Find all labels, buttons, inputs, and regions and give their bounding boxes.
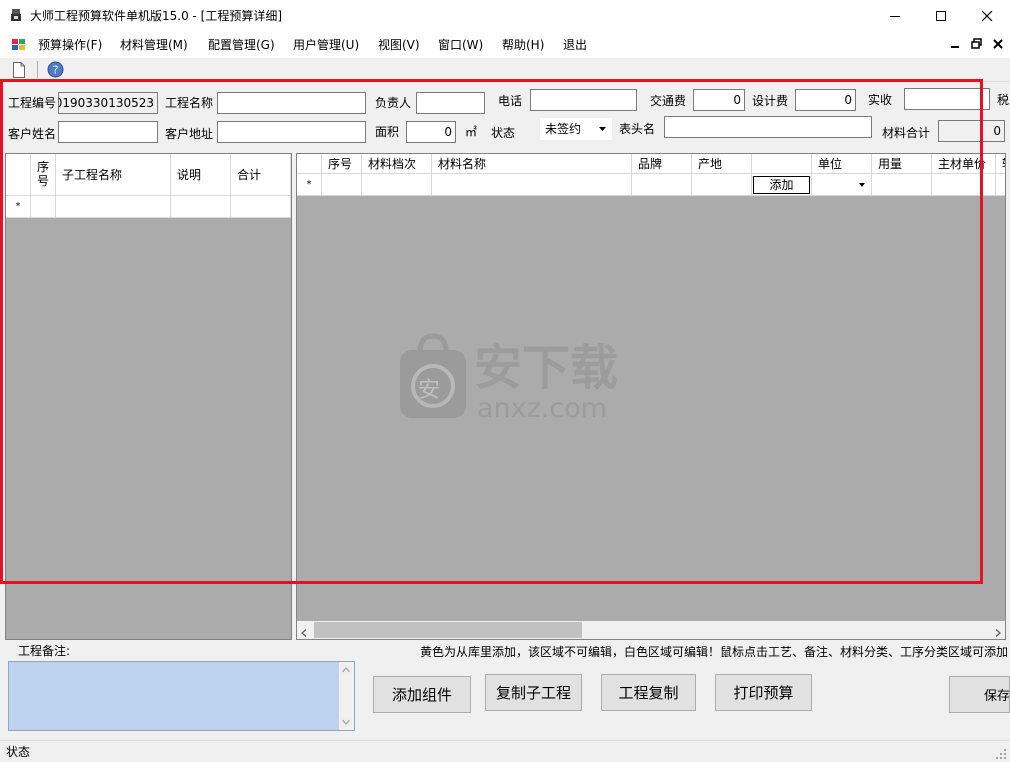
project-notes-label: 工程备注:	[18, 644, 71, 658]
mdi-child-icon[interactable]	[11, 37, 27, 53]
maximize-button[interactable]	[918, 0, 964, 32]
save-button-label: 保存	[984, 689, 1010, 704]
add-component-button[interactable]: 添加组件	[373, 676, 471, 713]
horizontal-scrollbar[interactable]	[297, 621, 1005, 639]
menu-window[interactable]: 窗口(W)	[438, 37, 483, 53]
status-bar: 状态	[0, 740, 1010, 762]
notes-scrollbar[interactable]	[339, 662, 354, 730]
mdi-restore-icon[interactable]	[971, 38, 983, 50]
scroll-down-icon[interactable]	[342, 719, 350, 725]
maximize-icon	[936, 11, 946, 21]
app-icon	[9, 8, 23, 22]
menu-material-mgmt[interactable]: 材料管理(M)	[120, 37, 188, 53]
right-col-auxiliary[interactable]: 辅	[996, 154, 1005, 174]
menu-help[interactable]: 帮助(H)	[502, 37, 544, 53]
scroll-right-icon[interactable]	[995, 626, 1001, 639]
mdi-minimize-icon[interactable]	[950, 38, 962, 50]
close-icon	[981, 10, 993, 22]
print-budget-button[interactable]: 打印预算	[715, 674, 812, 711]
svg-text:?: ?	[53, 64, 59, 77]
menu-config-mgmt[interactable]: 配置管理(G)	[208, 37, 275, 53]
minimize-button[interactable]	[872, 0, 918, 32]
menu-bar: 预算操作(F) 材料管理(M) 配置管理(G) 用户管理(U) 视图(V) 窗口…	[0, 32, 1010, 58]
toolbar-separator	[37, 61, 38, 78]
edit-hint-text: 黄色为从库里添加，该区域不可编辑，白色区域可编辑！鼠标点击工艺、备注、材料分类、…	[420, 645, 1009, 659]
scroll-left-icon[interactable]	[301, 626, 307, 639]
window-title: 大师工程预算软件单机版15.0 - [工程预算详细]	[30, 9, 283, 23]
project-notes-field[interactable]	[8, 661, 355, 731]
menu-budget-ops[interactable]: 预算操作(F)	[38, 37, 102, 53]
mdi-close-icon[interactable]	[992, 38, 1004, 50]
save-button[interactable]: 保存	[949, 676, 1010, 713]
minimize-icon	[890, 16, 900, 17]
title-bar: 大师工程预算软件单机版15.0 - [工程预算详细]	[0, 0, 1010, 32]
status-text: 状态	[6, 745, 31, 759]
help-icon[interactable]: ?	[47, 61, 64, 78]
copy-project-button[interactable]: 工程复制	[601, 674, 696, 711]
scroll-thumb[interactable]	[314, 622, 582, 638]
resize-grip-icon[interactable]	[995, 748, 1007, 762]
menu-view[interactable]: 视图(V)	[378, 37, 420, 53]
tax-label: 税	[997, 93, 1010, 107]
new-document-icon[interactable]	[12, 62, 26, 78]
copy-subproject-button[interactable]: 复制子工程	[485, 674, 582, 711]
right-new-row-cell[interactable]	[996, 174, 1005, 196]
highlight-annotation	[0, 79, 983, 584]
menu-exit[interactable]: 退出	[563, 37, 587, 53]
menu-user-mgmt[interactable]: 用户管理(U)	[293, 37, 359, 53]
scroll-up-icon[interactable]	[342, 667, 350, 673]
close-button[interactable]	[964, 0, 1010, 32]
